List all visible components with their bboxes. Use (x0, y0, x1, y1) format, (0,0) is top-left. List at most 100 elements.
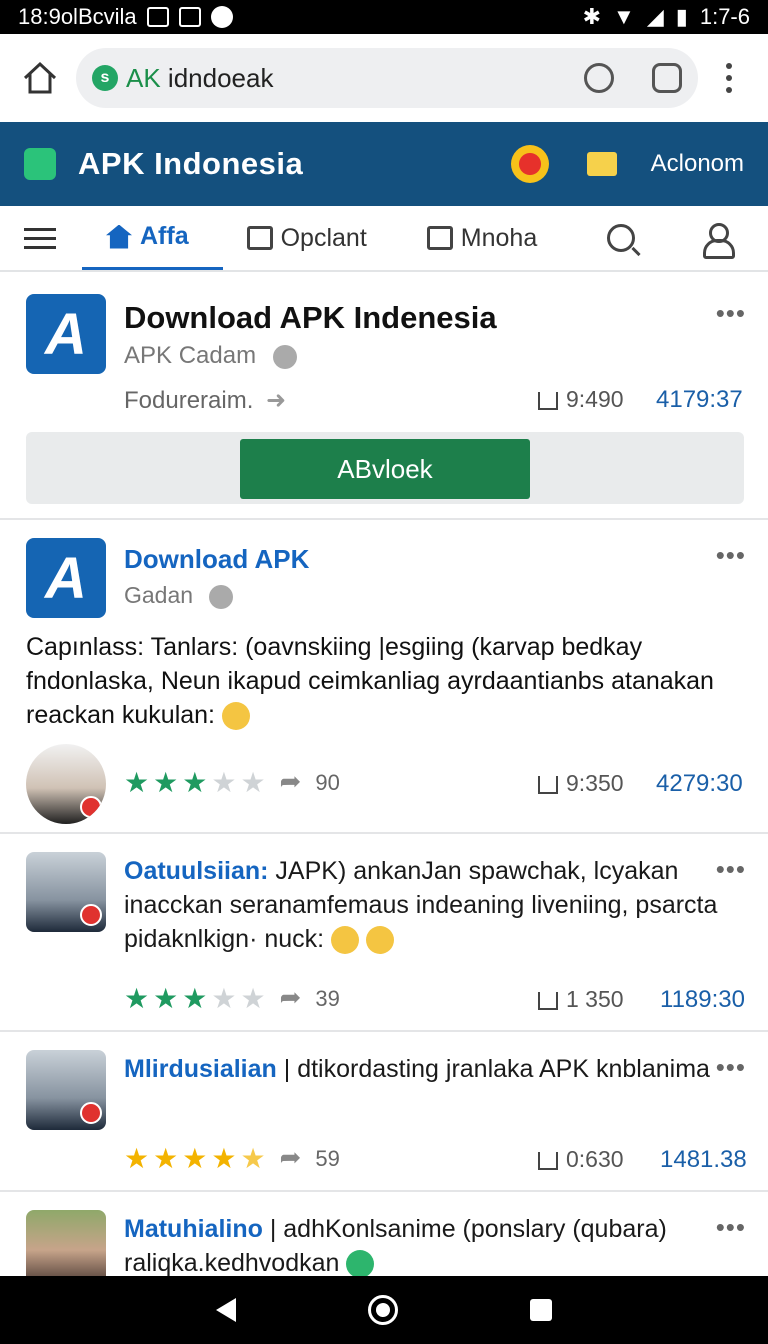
avatar[interactable] (26, 744, 106, 824)
site-secure-icon: s (92, 65, 118, 91)
star-icon: ★ (182, 767, 208, 798)
chat-icon (426, 226, 453, 250)
tab-bar: Affa Opclant Mnoha (0, 206, 768, 272)
post-title[interactable]: Download APK (124, 544, 309, 575)
feed: A Download APK Indenesia APK Cadam Fodur… (0, 272, 768, 1276)
share-icon[interactable]: ➦ (280, 1142, 302, 1175)
emoji-icon (221, 702, 250, 731)
browser-toolbar: s AK idndoeak (0, 34, 768, 122)
apk-logo-icon: A (26, 294, 106, 374)
vote-count: 90 (315, 769, 340, 795)
avatar[interactable] (26, 852, 106, 932)
star-icon: ★ (182, 983, 208, 1014)
share-icon[interactable]: ➦ (280, 766, 302, 799)
more-options-icon[interactable]: ••• (716, 298, 746, 329)
star-icon: ★ (240, 1143, 266, 1174)
comment-text: Matuhialino | adhKonlsanime (ponslary (q… (124, 1212, 744, 1276)
chat-icon (246, 226, 273, 250)
post-count: 9:350 (538, 770, 624, 797)
apk-logo-icon: A (26, 538, 106, 618)
search-icon[interactable] (607, 224, 636, 252)
back-icon[interactable] (216, 1298, 236, 1322)
post-card: A Download APK Gadan ••• Capınlass: Tanl… (0, 520, 768, 834)
emoji-icon (346, 1250, 375, 1276)
star-icon: ★ (240, 767, 266, 798)
rating-stars: ★ ★ ★ ★ ★ ➦ 90 (124, 766, 340, 799)
bag-icon[interactable] (586, 152, 617, 176)
browser-menu-icon[interactable] (726, 63, 734, 93)
bluetooth-icon: ✱ (582, 4, 602, 29)
sun-icon[interactable] (510, 145, 549, 183)
comment-text: Mlirdusialian | dtikordasting jranlaka A… (124, 1055, 710, 1083)
more-options-icon[interactable]: ••• (716, 540, 746, 571)
tab-second[interactable]: Opclant (246, 206, 367, 270)
header-action-link[interactable]: Aclonom (651, 150, 744, 178)
status-bar: 18:9olBcvila ✱ ▼ ◢ ▮ 1:7-6 (0, 0, 768, 34)
more-options-icon[interactable]: ••• (716, 1052, 746, 1083)
tab-third[interactable]: Mnoha (426, 206, 538, 270)
home-icon (106, 224, 132, 249)
notification-icon (210, 6, 233, 28)
star-icon: ★ (211, 1143, 237, 1174)
tab-label: Affa (140, 222, 189, 250)
wifi-icon: ▼ (613, 4, 635, 29)
app-title: APK Indonesia (78, 146, 304, 181)
more-options-icon[interactable]: ••• (716, 1212, 746, 1243)
comment-text: Oatuulsiian: JAPK) ankanJan spawchak, lc… (124, 857, 718, 955)
address-bar[interactable]: s AK idndoeak (76, 48, 698, 108)
calendar-icon (178, 7, 201, 27)
star-icon: ★ (211, 767, 237, 798)
share-icon[interactable]: ➦ (280, 982, 302, 1015)
featured-title[interactable]: Download APK Indenesia (124, 300, 497, 336)
app-header: APK Indonesia Aclonom (0, 122, 768, 206)
system-nav-bar (0, 1276, 768, 1344)
comment-card: Oatuulsiian: JAPK) ankanJan spawchak, lc… (0, 834, 768, 1032)
gallery-icon (146, 7, 169, 27)
badge-icon (80, 1102, 102, 1124)
shield-icon[interactable] (584, 63, 614, 93)
comment-count: 1 350 (538, 986, 624, 1013)
hamburger-menu-icon[interactable] (24, 227, 56, 249)
download-area: ABvloek (26, 432, 744, 504)
featured-subtitle: APK Cadam (124, 342, 297, 370)
tab-label: Opclant (280, 223, 367, 252)
badge-icon (80, 904, 102, 926)
url-text: AK idndoeak (126, 62, 274, 93)
tabs-icon[interactable] (652, 63, 682, 93)
recent-apps-icon[interactable] (530, 1299, 552, 1321)
tab-label: Mnoha (460, 223, 538, 252)
share-box-icon (538, 1151, 558, 1170)
star-icon: ★ (240, 983, 266, 1014)
avatar[interactable] (26, 1210, 106, 1276)
star-icon: ★ (182, 1143, 208, 1174)
more-options-icon[interactable]: ••• (716, 854, 746, 885)
status-time-left: 18:9olBcvila (18, 4, 137, 29)
featured-card: A Download APK Indenesia APK Cadam Fodur… (0, 272, 768, 520)
share-box-icon (538, 775, 558, 794)
verified-icon (272, 344, 297, 369)
emoji-icon (331, 926, 360, 955)
comment-card: Mlirdusialian | dtikordasting jranlaka A… (0, 1032, 768, 1192)
post-body: Capınlass: Tanlars: (oavnskiing |esgiing… (26, 633, 714, 731)
post-subtitle: Gadan (124, 582, 234, 609)
badge-icon (80, 796, 102, 818)
download-button[interactable]: ABvloek (240, 439, 530, 499)
featured-number: 4179:37 (656, 386, 743, 413)
signal-icon: ◢ (646, 4, 664, 29)
home-circle-icon[interactable] (368, 1295, 398, 1325)
avatar[interactable] (26, 1050, 106, 1130)
home-icon (23, 61, 57, 94)
star-icon: ★ (124, 1143, 150, 1174)
user-icon[interactable] (701, 223, 736, 259)
app-logo-icon (24, 148, 56, 180)
status-time-right: 1:7-6 (699, 4, 750, 29)
star-icon: ★ (153, 1143, 179, 1174)
home-button[interactable] (18, 56, 62, 100)
star-icon: ★ (211, 983, 237, 1014)
star-icon: ★ (153, 767, 179, 798)
verified-icon (209, 584, 234, 609)
battery-icon: ▮ (675, 4, 688, 29)
share-box-icon (538, 391, 558, 410)
featured-link[interactable]: Fodureraim. ➜ (124, 386, 286, 415)
tab-home[interactable]: Affa (82, 206, 223, 270)
